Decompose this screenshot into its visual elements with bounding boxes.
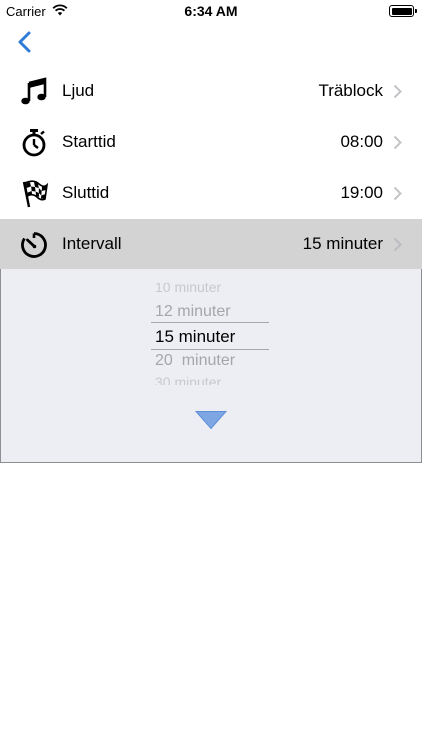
setting-row-sluttid[interactable]: Sluttid 19:00 xyxy=(0,168,422,219)
picker-option[interactable]: 12 minuter xyxy=(155,303,273,321)
stopwatch-icon xyxy=(22,129,46,157)
settings-list: Ljud Träblock Starttid 08:00 Sluttid 19:… xyxy=(0,66,422,270)
chevron-right-icon xyxy=(393,84,402,99)
timer-icon xyxy=(21,232,47,258)
battery-icon xyxy=(389,5,417,17)
setting-row-intervall[interactable]: Intervall 15 minuter xyxy=(0,219,422,270)
picker-selection-line-bottom xyxy=(151,349,269,350)
setting-label: Sluttid xyxy=(62,183,110,202)
collapse-picker-button[interactable] xyxy=(195,410,227,430)
back-button[interactable] xyxy=(14,30,36,54)
chevron-right-icon xyxy=(393,186,402,201)
setting-value: 19:00 xyxy=(340,183,383,202)
setting-value: 15 minuter xyxy=(302,234,383,253)
picker-selection-line-top xyxy=(151,322,269,323)
setting-label: Starttid xyxy=(62,132,116,151)
chevron-right-icon xyxy=(393,135,402,150)
interval-picker-wheel[interactable]: 10 minuter 12 minuter 15 minuter 20 minu… xyxy=(151,283,273,385)
chevron-left-icon xyxy=(18,31,31,53)
picker-option[interactable]: 10 minuter xyxy=(155,283,273,295)
setting-row-ljud[interactable]: Ljud Träblock xyxy=(0,66,422,117)
setting-label: Intervall xyxy=(62,234,122,253)
checkered-flag-icon xyxy=(22,180,49,208)
setting-value: 08:00 xyxy=(340,132,383,151)
interval-picker-panel: 10 minuter 12 minuter 15 minuter 20 minu… xyxy=(0,269,422,463)
triangle-down-icon xyxy=(195,411,227,430)
setting-value: Träblock xyxy=(318,81,383,100)
picker-option[interactable]: 20 minuter xyxy=(155,352,273,370)
music-note-icon xyxy=(21,77,47,105)
picker-option-selected[interactable]: 15 minuter xyxy=(155,327,273,347)
setting-label: Ljud xyxy=(62,81,95,100)
picker-option[interactable]: 30 minuter xyxy=(155,374,273,385)
status-bar: Carrier 6:34 AM xyxy=(0,0,422,22)
chevron-right-icon xyxy=(393,237,402,252)
status-time: 6:34 AM xyxy=(184,3,238,19)
setting-row-starttid[interactable]: Starttid 08:00 xyxy=(0,117,422,168)
